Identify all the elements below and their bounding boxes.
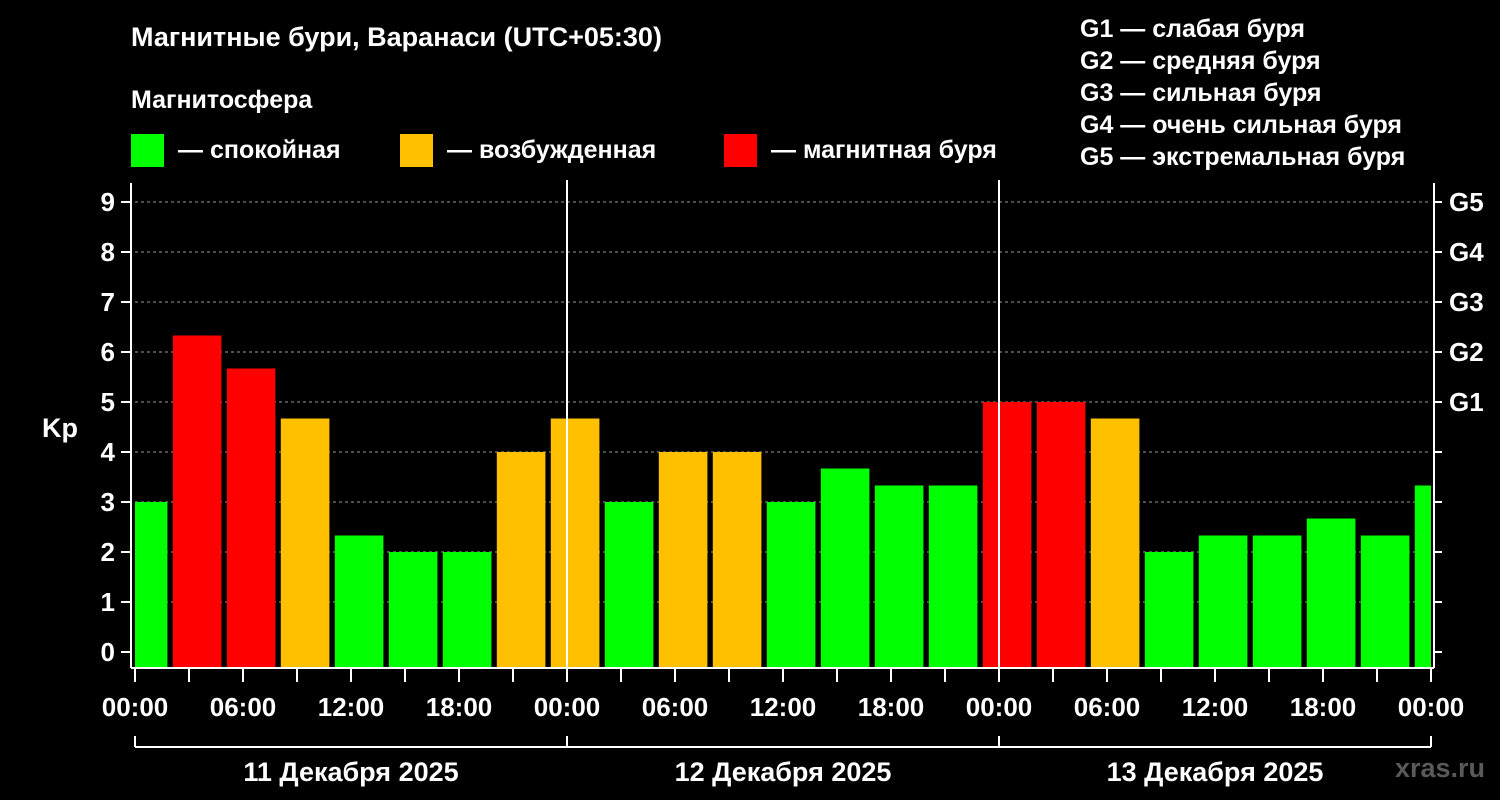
x-tick-label: 00:00	[1398, 692, 1465, 722]
storm-level-label: G5	[1449, 187, 1484, 217]
kp-bar	[172, 335, 222, 668]
kp-bar	[982, 402, 1032, 668]
storm-level-label: G3	[1449, 287, 1484, 317]
x-tick-label: 12:00	[1182, 692, 1249, 722]
kp-bar-chart: 0 1 2 3 4 5 6 7 8 9 G1 G2 G3 G4 G5 Kp 00:00 06:00 12:00 18:…	[42, 180, 1484, 787]
kp-bar	[874, 485, 924, 668]
kp-bar	[820, 468, 870, 668]
kp-bar	[1198, 535, 1248, 668]
kp-bar	[135, 502, 168, 668]
kp-bar	[1036, 402, 1086, 668]
day-label: 11 Декабря 2025	[243, 757, 458, 787]
x-tick-label: 06:00	[210, 692, 277, 722]
kp-bar	[496, 452, 546, 668]
y-tick-label: 7	[101, 287, 115, 317]
kp-bar	[1252, 535, 1302, 668]
x-tick-label: 18:00	[858, 692, 925, 722]
kp-bar	[712, 452, 762, 668]
x-tick-label: 12:00	[750, 692, 817, 722]
kp-bar	[1306, 518, 1356, 668]
y-tick-label: 2	[101, 537, 115, 567]
x-tick-label: 00:00	[966, 692, 1033, 722]
y-tick-label: 0	[101, 637, 115, 667]
x-tick-label: 18:00	[426, 692, 493, 722]
y-axis-label: Kp	[42, 413, 78, 443]
kp-bar	[334, 535, 384, 668]
day-label: 13 Декабря 2025	[1107, 757, 1324, 787]
storm-level-label: G2	[1449, 337, 1484, 367]
x-tick-label: 18:00	[1290, 692, 1357, 722]
y-tick-label: 3	[101, 487, 115, 517]
kp-bar	[658, 452, 708, 668]
kp-bar	[280, 418, 330, 668]
kp-bar	[604, 502, 654, 668]
y-tick-label: 6	[101, 337, 115, 367]
kp-bar	[442, 552, 492, 668]
kp-bar	[226, 368, 276, 668]
kp-bar	[1090, 418, 1140, 668]
y-tick-label: 5	[101, 387, 115, 417]
x-tick-label: 00:00	[102, 692, 169, 722]
day-label: 12 Декабря 2025	[675, 757, 892, 787]
kp-bar	[1414, 485, 1431, 668]
kp-bar	[1144, 552, 1194, 668]
kp-bar	[550, 418, 600, 668]
x-tick-label: 00:00	[534, 692, 601, 722]
y-tick-label: 4	[101, 437, 116, 467]
x-tick-label: 06:00	[1074, 692, 1141, 722]
kp-bar	[388, 552, 438, 668]
y-tick-label: 1	[101, 587, 115, 617]
storm-level-label: G1	[1449, 387, 1484, 417]
x-tick-label: 12:00	[318, 692, 385, 722]
kp-bar	[1360, 535, 1410, 668]
kp-bar	[766, 502, 816, 668]
storm-level-label: G4	[1449, 237, 1484, 267]
kp-bar	[928, 485, 978, 668]
y-tick-label: 9	[101, 187, 115, 217]
y-tick-label: 8	[101, 237, 115, 267]
watermark: xras.ru	[1394, 753, 1485, 783]
x-tick-label: 06:00	[642, 692, 709, 722]
